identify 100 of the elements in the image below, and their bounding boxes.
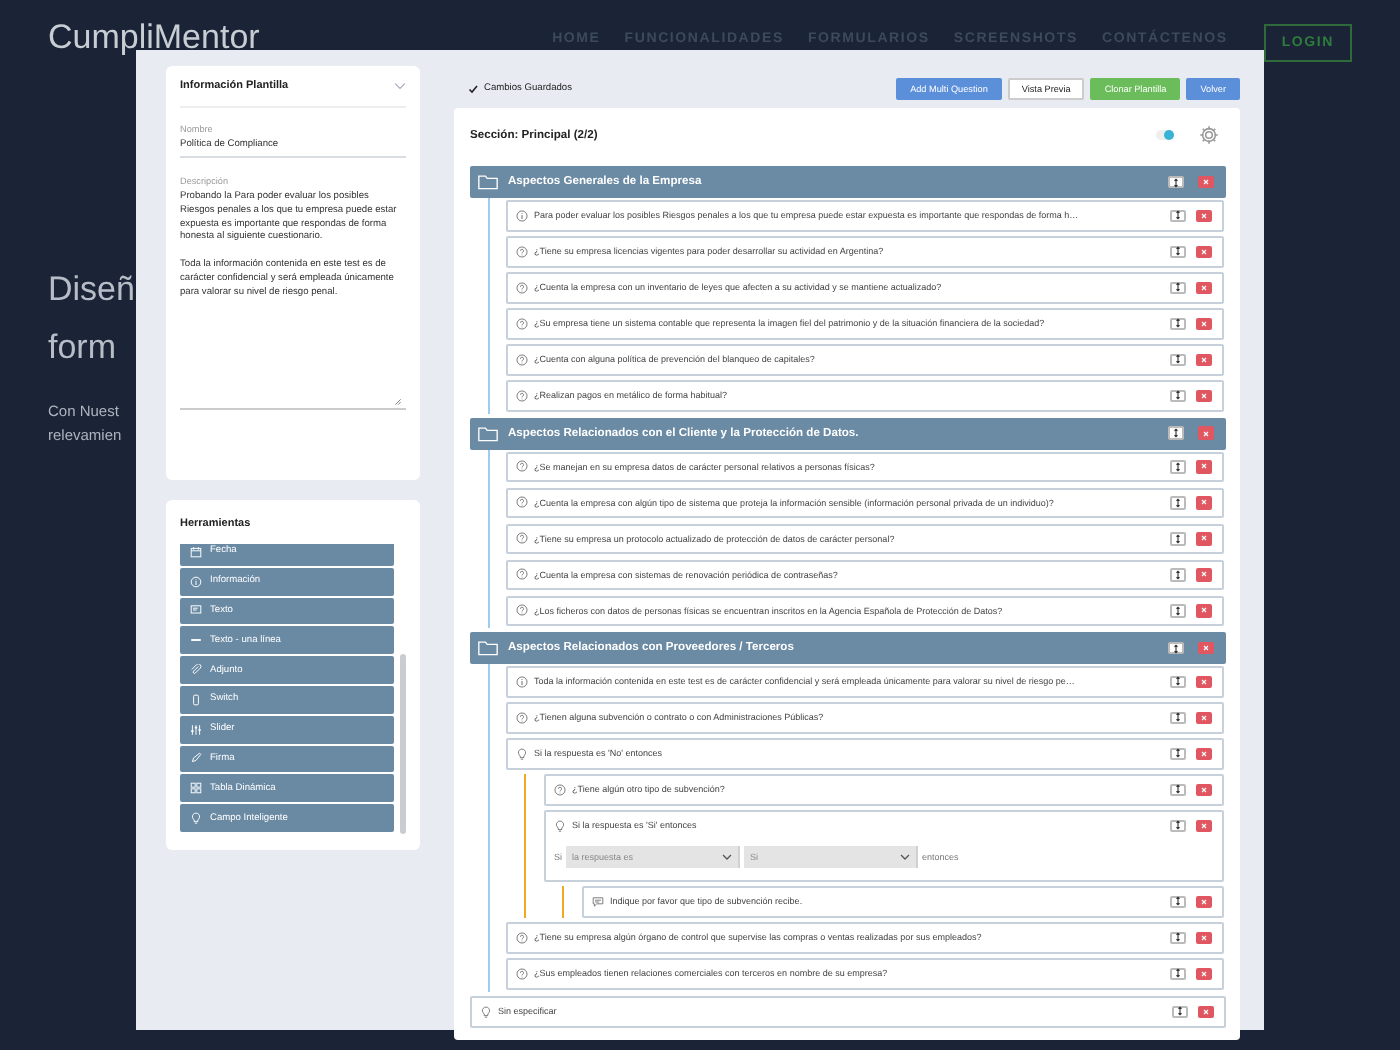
delete-button[interactable] <box>1195 967 1212 980</box>
grip-icon <box>1173 896 1181 907</box>
checkmark-icon <box>468 84 478 94</box>
close-icon <box>1199 570 1208 579</box>
info-icon <box>516 675 528 688</box>
question-icon <box>516 496 528 509</box>
move-button[interactable] <box>1169 675 1185 688</box>
grip-icon <box>1173 712 1181 723</box>
delete-button[interactable] <box>1197 641 1214 655</box>
question-icon <box>516 967 528 980</box>
move-button[interactable] <box>1169 209 1185 222</box>
grid-icon <box>190 782 202 795</box>
line-icon <box>190 634 202 647</box>
move-button[interactable] <box>1167 641 1183 655</box>
delete-button[interactable] <box>1195 895 1212 908</box>
question-icon <box>516 281 528 294</box>
delete-button[interactable] <box>1195 281 1212 294</box>
grip-icon <box>1171 177 1179 187</box>
delete-button[interactable] <box>1195 496 1212 509</box>
delete-button[interactable] <box>1195 783 1212 796</box>
settings-icon[interactable] <box>1198 124 1220 146</box>
grip-icon <box>1173 282 1181 293</box>
delete-button[interactable] <box>1195 675 1212 688</box>
close-icon <box>1199 821 1208 830</box>
delete-button[interactable] <box>1197 1005 1214 1018</box>
move-button[interactable] <box>1169 604 1185 617</box>
move-button[interactable] <box>1169 245 1185 258</box>
delete-button[interactable] <box>1195 460 1212 473</box>
question-icon <box>516 604 528 617</box>
move-button[interactable] <box>1169 353 1185 366</box>
hero-text: form <box>48 326 118 370</box>
close-icon <box>1199 319 1208 328</box>
move-button[interactable] <box>1169 895 1185 908</box>
question-icon <box>516 711 528 724</box>
move-button[interactable] <box>1169 460 1185 473</box>
delete-button[interactable] <box>1195 747 1212 760</box>
delete-button[interactable] <box>1195 389 1212 402</box>
grip-icon <box>1171 428 1179 438</box>
toggle-switch[interactable] <box>1156 130 1174 140</box>
delete-button[interactable] <box>1195 209 1212 222</box>
move-button[interactable] <box>1169 532 1185 545</box>
close-icon <box>1199 283 1208 292</box>
move-button[interactable] <box>1171 1005 1187 1018</box>
delete-button[interactable] <box>1195 568 1212 581</box>
move-button[interactable] <box>1169 317 1185 330</box>
move-button[interactable] <box>1169 281 1185 294</box>
move-button[interactable] <box>1169 783 1185 796</box>
delete-button[interactable] <box>1195 931 1212 944</box>
move-button[interactable] <box>1167 175 1183 189</box>
delete-button[interactable] <box>1195 604 1212 617</box>
close-icon <box>1199 355 1208 364</box>
grip-icon <box>1173 820 1181 831</box>
move-button[interactable] <box>1169 711 1185 724</box>
scrollbar-thumb[interactable] <box>400 654 406 834</box>
move-button[interactable] <box>1169 967 1185 980</box>
close-icon <box>1199 247 1208 256</box>
clip-icon <box>190 664 202 677</box>
close-icon <box>1201 429 1210 437</box>
chevron-down-icon[interactable] <box>394 82 406 90</box>
close-icon <box>1199 749 1208 758</box>
resize-grip-icon[interactable] <box>394 398 402 406</box>
question-icon <box>516 532 528 545</box>
move-button[interactable] <box>1169 819 1185 832</box>
move-button[interactable] <box>1167 426 1183 440</box>
site-logo[interactable]: CumpliMentor <box>48 24 260 50</box>
question-icon <box>516 317 528 330</box>
close-icon <box>1199 534 1208 543</box>
delete-button[interactable] <box>1195 317 1212 330</box>
grip-icon <box>1173 318 1181 329</box>
grip-icon <box>1173 390 1181 401</box>
question-icon <box>516 931 528 944</box>
grip-icon <box>1173 784 1181 795</box>
delete-button[interactable] <box>1195 711 1212 724</box>
lightbulb-icon <box>480 1005 492 1018</box>
grip-icon <box>1173 533 1181 544</box>
delete-button[interactable] <box>1197 175 1214 189</box>
close-icon <box>1199 785 1208 794</box>
hero-text: Diseñ <box>48 268 136 312</box>
move-button[interactable] <box>1169 496 1185 509</box>
calendar-icon <box>190 545 202 558</box>
textarea-icon <box>190 604 202 617</box>
delete-button[interactable] <box>1195 353 1212 366</box>
question-icon <box>516 353 528 366</box>
delete-button[interactable] <box>1197 426 1214 440</box>
delete-button[interactable] <box>1195 819 1212 832</box>
move-button[interactable] <box>1169 747 1185 760</box>
question-icon <box>516 568 528 581</box>
move-button[interactable] <box>1169 931 1185 944</box>
info-icon <box>516 209 528 222</box>
info-icon <box>190 575 202 588</box>
delete-button[interactable] <box>1195 245 1212 258</box>
delete-button[interactable] <box>1195 532 1212 545</box>
lightbulb-icon <box>516 747 528 760</box>
folder-icon <box>478 640 498 656</box>
grip-icon <box>1173 605 1181 616</box>
close-icon <box>1201 644 1210 652</box>
close-icon <box>1199 498 1208 507</box>
close-icon <box>1199 211 1208 220</box>
move-button[interactable] <box>1169 389 1185 402</box>
move-button[interactable] <box>1169 568 1185 581</box>
